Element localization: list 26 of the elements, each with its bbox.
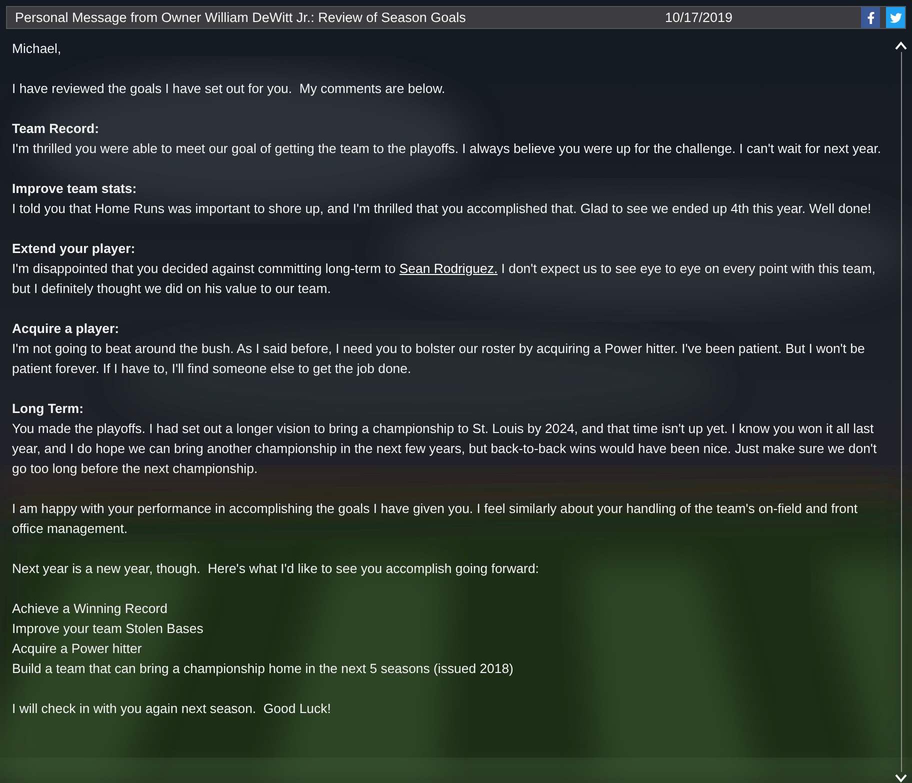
scroll-up-icon[interactable]	[895, 41, 907, 50]
message-text: I'm thrilled you were able to meet our goal of getting the team to the playoffs. I always believe you were up for the challenge. I can't wait for next year.	[12, 140, 882, 158]
message-text: I am happy with your performance in accomplishing the goals I have given you. I feel similarly about your handling of the team's on-field and front office management.	[12, 500, 859, 538]
message-text: I told you that Home Runs was important to shore up, and I'm thrilled that you accomplished that. Glad to see we ended up 4th this year. Well done!	[12, 200, 872, 218]
message-text: Next year is a new year, though. Here's what I'd like to see you accomplish going forward:	[12, 560, 540, 578]
section-heading: Long Term:	[12, 400, 85, 418]
message-text: Improve your team Stolen Bases	[12, 620, 204, 638]
section-heading: Team Record:	[12, 120, 100, 138]
message-text: Michael,	[12, 40, 62, 58]
section-heading: Extend your player:	[12, 240, 136, 258]
twitter-icon[interactable]	[886, 7, 905, 28]
facebook-icon[interactable]	[861, 7, 880, 28]
message-text: Acquire a Power hitter	[12, 640, 143, 658]
message-text: Build a team that can bring a championship home in the next 5 seasons (issued 2018)	[12, 660, 514, 678]
section-heading: Acquire a player:	[12, 320, 120, 338]
message-date: 10/17/2019	[665, 10, 734, 25]
message-title: Personal Message from Owner William DeWitt Jr.: Review of Season Goals	[15, 10, 467, 25]
message-text: I will check in with you again next season. Good Luck!	[12, 700, 332, 718]
message-text: I'm not going to beat around the bush. As I said before, I need you to bolster our roster by acquiring a Power hitter. I've been patient. But I won't be patient forever. If I have to, I'll find someone else to get the job done.	[12, 340, 866, 378]
message-text: You made the playoffs. I had set out a longer vision to bring a championship to St. Louis by 2024, and that time isn't up yet. I know you won it all last year, and I do hope we can bring another championship in the next few years, but back-to-back wins would have been nice. Just make sure we don't go too long before the next championship.	[12, 420, 878, 478]
scroll-down-icon[interactable]	[895, 774, 907, 783]
message-text: I'm disappointed that you decided against committing long-term to Sean Rodriguez. I don't expect us to see eye to eye on every point with this team, but I definitely thought we did on his value to our team.	[12, 260, 876, 298]
message-text: Achieve a Winning Record	[12, 600, 168, 618]
player-link[interactable]: Sean Rodriguez.	[399, 261, 498, 276]
section-heading: Improve team stats:	[12, 180, 138, 198]
message-text: I have reviewed the goals I have set out for you. My comments are below.	[12, 80, 446, 98]
